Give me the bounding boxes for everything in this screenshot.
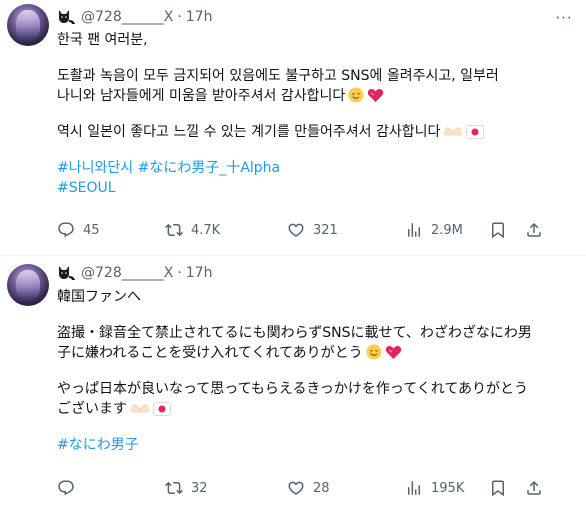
retweet-icon <box>165 481 183 495</box>
hashtag-line: #나니와단시 #なにわ男子_十Alpha <box>57 158 572 178</box>
text-line: 나니와 남자들에게 미움을 받아주셔서 감사합니다 <box>57 86 572 106</box>
reply-button[interactable]: 45 <box>57 221 100 239</box>
heart-emoji <box>368 88 384 102</box>
views-count: 195K <box>431 480 465 496</box>
text-line: 도촬과 녹음이 모두 금지되어 있음에도 불구하고 SNS에 올려주시고, 일부… <box>57 68 499 84</box>
heart-icon <box>288 223 304 237</box>
heart-emoji <box>385 345 401 359</box>
tweet-text: 한국 팬 여러분, 도촬과 녹음이 모두 금지되어 있음에도 불구하고 SNS에… <box>57 30 572 198</box>
tweet[interactable]: @728______X · 17h ··· 한국 팬 여러분, 도촬과 녹음이 … <box>0 0 586 255</box>
text-line: 역시 일본이 좋다고 느낄 수 있는 계기를 만들어주셔서 감사합니다 <box>57 122 572 142</box>
tweet-header: @728______X · 17h <box>57 265 212 281</box>
heart-icon <box>288 481 304 495</box>
tweet-actions: 45 4.7K 321 2.9M <box>57 221 557 241</box>
reply-icon <box>58 480 74 496</box>
text-span: 子に嫌われることを受け入れてくれてありがとう <box>57 345 363 361</box>
like-count: 28 <box>313 480 330 496</box>
separator: · <box>177 9 182 25</box>
tweet-header: @728______X · 17h <box>57 9 212 25</box>
text-line: 韓国ファンへ <box>57 289 141 305</box>
actions-right <box>489 221 543 239</box>
reply-count: 45 <box>83 222 100 238</box>
text-line: やっぱ日本が良いなって思ってもらえるきっかけを作ってくれてありがとう <box>57 381 528 397</box>
text-line: 子に嫌われることを受け入れてくれてありがとう <box>57 343 572 363</box>
bookmark-icon[interactable] <box>489 479 507 497</box>
separator: · <box>177 265 182 281</box>
grateful-face-emoji <box>366 344 382 360</box>
cat-icon <box>59 10 75 24</box>
bookmark-icon[interactable] <box>489 221 507 239</box>
avatar[interactable] <box>7 4 49 46</box>
reply-icon <box>58 222 74 238</box>
actions-right <box>489 479 543 497</box>
hashtag-link[interactable]: #なにわ男子 <box>57 437 139 453</box>
tweet[interactable]: @728______X · 17h 韓国ファンへ 盗撮・録音全て禁止されてるにも… <box>0 256 586 510</box>
grateful-face-emoji <box>348 87 364 103</box>
avatar[interactable] <box>7 264 49 306</box>
share-icon[interactable] <box>525 479 543 497</box>
hashtag-line: #SEOUL <box>57 178 572 198</box>
text-span: ございます <box>57 401 127 417</box>
views-count: 2.9M <box>431 222 463 238</box>
cat-icon <box>59 266 75 280</box>
user-handle[interactable]: @728______X <box>81 265 173 281</box>
text-span: 역시 일본이 좋다고 느낄 수 있는 계기를 만들어주셔서 감사합니다 <box>57 124 441 140</box>
retweet-button[interactable]: 4.7K <box>165 221 220 239</box>
heart-hands-emoji <box>131 404 149 413</box>
views-icon <box>408 481 420 495</box>
japan-flag-emoji <box>153 402 171 416</box>
tweet-text: 韓国ファンへ 盗撮・録音全て禁止されてるにも関わらずSNSに載せて、わざわざなに… <box>57 287 572 455</box>
user-handle[interactable]: @728______X <box>81 9 173 25</box>
retweet-icon <box>165 223 183 237</box>
retweet-count: 4.7K <box>191 222 221 238</box>
hashtag-link[interactable]: #なにわ男子_十Alpha <box>138 160 281 176</box>
views-icon <box>408 223 420 237</box>
views-button[interactable]: 2.9M <box>405 221 463 239</box>
more-icon[interactable]: ··· <box>554 8 574 28</box>
hashtag-link[interactable]: #SEOUL <box>57 180 116 196</box>
share-icon[interactable] <box>525 221 543 239</box>
timestamp[interactable]: 17h <box>186 9 213 25</box>
text-span: 나니와 남자들에게 미움을 받아주셔서 감사합니다 <box>57 88 346 104</box>
like-button[interactable]: 28 <box>287 479 330 497</box>
retweet-button[interactable]: 32 <box>165 479 208 497</box>
text-line: 盗撮・録音全て禁止されてるにも関わらずSNSに載せて、わざわざなにわ男 <box>57 325 532 341</box>
timestamp[interactable]: 17h <box>186 265 213 281</box>
heart-hands-emoji <box>444 127 462 136</box>
text-line: ございます <box>57 399 572 419</box>
retweet-count: 32 <box>191 480 208 496</box>
views-button[interactable]: 195K <box>405 479 464 497</box>
like-count: 321 <box>313 222 338 238</box>
text-line: 한국 팬 여러분, <box>57 32 148 48</box>
hashtag-line: #なにわ男子 <box>57 435 572 455</box>
tweet-actions: 32 28 195K <box>57 479 557 499</box>
hashtag-link[interactable]: #나니와단시 <box>57 160 133 176</box>
like-button[interactable]: 321 <box>287 221 338 239</box>
japan-flag-emoji <box>466 125 485 139</box>
reply-button[interactable] <box>57 479 83 497</box>
